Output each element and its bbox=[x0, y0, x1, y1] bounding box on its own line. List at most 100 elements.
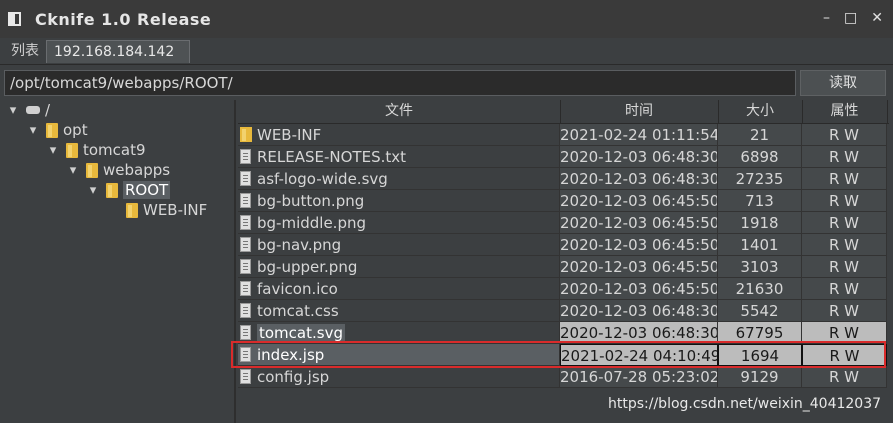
file-name: bg-middle.png bbox=[257, 214, 366, 232]
table-row[interactable]: WEB-INF 2021-02-24 01:11:54 21 R W bbox=[238, 124, 889, 146]
expand-icon[interactable]: ▾ bbox=[28, 123, 38, 138]
folder-icon bbox=[106, 182, 118, 198]
column-header-attr[interactable]: 属性 bbox=[802, 100, 888, 123]
close-icon[interactable]: ✕ bbox=[871, 10, 883, 26]
cell-time: 2020-12-03 06:48:30 bbox=[560, 322, 718, 344]
folder-icon bbox=[66, 142, 78, 158]
tree-node-tomcat9[interactable]: ▾ tomcat9 bbox=[48, 140, 146, 160]
file-icon bbox=[240, 237, 251, 252]
table-row[interactable]: bg-button.png 2020-12-03 06:45:50 713 R W bbox=[238, 190, 889, 212]
cell-size: 5542 bbox=[718, 300, 802, 322]
read-button[interactable]: 读取 bbox=[800, 70, 886, 96]
table-row[interactable]: bg-upper.png 2020-12-03 06:45:50 3103 R W bbox=[238, 256, 889, 278]
cell-name: config.jsp bbox=[238, 366, 560, 388]
file-icon bbox=[240, 281, 251, 296]
file-name: WEB-INF bbox=[257, 126, 322, 144]
minimize-icon[interactable]: – bbox=[823, 10, 830, 26]
maximize-icon[interactable]: □ bbox=[844, 10, 857, 26]
cell-size: 713 bbox=[718, 190, 802, 212]
expand-icon[interactable]: ▾ bbox=[8, 103, 18, 118]
cell-time: 2021-02-24 04:10:49 bbox=[560, 344, 718, 366]
cell-attr: R W bbox=[802, 344, 887, 366]
cell-time: 2020-12-03 06:45:50 bbox=[560, 190, 718, 212]
cell-time: 2020-12-03 06:48:30 bbox=[560, 300, 718, 322]
cell-time: 2020-12-03 06:48:30 bbox=[560, 168, 718, 190]
cell-size: 6898 bbox=[718, 146, 802, 168]
file-icon bbox=[240, 369, 251, 384]
tree-node-root[interactable]: ▾ / bbox=[8, 100, 50, 120]
path-input[interactable]: /opt/tomcat9/webapps/ROOT/ bbox=[4, 70, 796, 96]
table-row[interactable]: asf-logo-wide.svg 2020-12-03 06:48:30 2723… bbox=[238, 168, 889, 190]
cell-time: 2020-12-03 06:45:50 bbox=[560, 234, 718, 256]
folder-icon bbox=[240, 127, 252, 142]
column-header-size[interactable]: 大小 bbox=[718, 100, 803, 123]
file-icon bbox=[240, 303, 251, 318]
folder-icon bbox=[46, 122, 58, 138]
tree-node-root-dir[interactable]: ▾ ROOT bbox=[88, 180, 171, 200]
table-row[interactable]: index.jsp 2021-02-24 04:10:49 1694 R W bbox=[238, 344, 889, 366]
file-name: favicon.ico bbox=[257, 280, 338, 298]
file-name: bg-upper.png bbox=[257, 258, 358, 276]
file-name: bg-button.png bbox=[257, 192, 365, 210]
cell-name: bg-upper.png bbox=[238, 256, 560, 278]
cell-size: 21630 bbox=[718, 278, 802, 300]
cell-attr: R W bbox=[802, 190, 887, 212]
column-header-time[interactable]: 时间 bbox=[560, 100, 719, 123]
cell-name: RELEASE-NOTES.txt bbox=[238, 146, 560, 168]
tree-node-web-inf[interactable]: WEB-INF bbox=[108, 200, 207, 220]
file-icon bbox=[240, 149, 251, 164]
file-icon bbox=[240, 215, 251, 230]
file-name: tomcat.css bbox=[257, 302, 339, 320]
cell-name: WEB-INF bbox=[238, 124, 560, 146]
cell-time: 2020-12-03 06:45:50 bbox=[560, 212, 718, 234]
tab-list[interactable]: 列表 bbox=[4, 40, 46, 62]
cell-name: bg-button.png bbox=[238, 190, 560, 212]
table-row[interactable]: bg-middle.png 2020-12-03 06:45:50 1918 R W bbox=[238, 212, 889, 234]
tab-host[interactable]: 192.168.184.142 bbox=[46, 40, 190, 63]
app-icon bbox=[8, 12, 21, 26]
title-bar: Cknife 1.0 Release – □ ✕ bbox=[0, 0, 893, 38]
table-row[interactable]: tomcat.svg 2020-12-03 06:48:30 67795 R W bbox=[238, 322, 889, 344]
table-row[interactable]: RELEASE-NOTES.txt 2020-12-03 06:48:30 6898… bbox=[238, 146, 889, 168]
cell-name: favicon.ico bbox=[238, 278, 560, 300]
cell-time: 2020-12-03 06:45:50 bbox=[560, 256, 718, 278]
cell-attr: R W bbox=[802, 300, 887, 322]
table-row[interactable]: favicon.ico 2020-12-03 06:45:50 21630 R W bbox=[238, 278, 889, 300]
cell-name: asf-logo-wide.svg bbox=[238, 168, 560, 190]
tree-node-label: ROOT bbox=[123, 181, 171, 199]
file-icon bbox=[240, 171, 251, 186]
expand-icon[interactable]: ▾ bbox=[48, 143, 58, 158]
file-icon bbox=[240, 325, 251, 340]
tree-node-label: / bbox=[45, 101, 51, 119]
window-title: Cknife 1.0 Release bbox=[35, 9, 212, 29]
cell-attr: R W bbox=[802, 256, 887, 278]
cell-time: 2021-02-24 01:11:54 bbox=[560, 124, 718, 146]
window-controls: – □ ✕ bbox=[823, 10, 883, 26]
expand-icon[interactable]: ▾ bbox=[88, 183, 98, 198]
file-icon bbox=[240, 347, 251, 362]
tree-node-label: opt bbox=[63, 121, 88, 139]
cell-attr: R W bbox=[802, 322, 887, 344]
cell-name: bg-nav.png bbox=[238, 234, 560, 256]
tab-bar: 列表 192.168.184.142 bbox=[0, 38, 893, 65]
folder-icon bbox=[126, 202, 138, 218]
cell-name: tomcat.svg bbox=[238, 322, 560, 344]
cell-attr: R W bbox=[802, 278, 887, 300]
tree-node-opt[interactable]: ▾ opt bbox=[28, 120, 88, 140]
table-row[interactable]: config.jsp 2016-07-28 05:23:02 9129 R W bbox=[238, 366, 889, 388]
cell-size: 21 bbox=[718, 124, 802, 146]
column-header-name[interactable]: 文件 bbox=[238, 100, 561, 123]
file-table: 文件 时间 大小 属性 WEB-INF 2021-02-24 01:11:54 21… bbox=[238, 100, 889, 423]
cell-size: 1694 bbox=[718, 344, 802, 366]
directory-tree: ▾ / ▾ opt ▾ tomcat9 ▾ webapps ▾ ROOT WEB… bbox=[4, 100, 236, 423]
table-row[interactable]: tomcat.css 2020-12-03 06:48:30 5542 R W bbox=[238, 300, 889, 322]
table-header: 文件 时间 大小 属性 bbox=[238, 100, 889, 124]
tree-node-webapps[interactable]: ▾ webapps bbox=[68, 160, 170, 180]
cell-time: 2020-12-03 06:45:50 bbox=[560, 278, 718, 300]
drive-icon bbox=[26, 106, 40, 114]
cell-name: index.jsp bbox=[238, 344, 560, 366]
table-row[interactable]: bg-nav.png 2020-12-03 06:45:50 1401 R W bbox=[238, 234, 889, 256]
cell-attr: R W bbox=[802, 212, 887, 234]
file-name: bg-nav.png bbox=[257, 236, 342, 254]
expand-icon[interactable]: ▾ bbox=[68, 163, 78, 178]
